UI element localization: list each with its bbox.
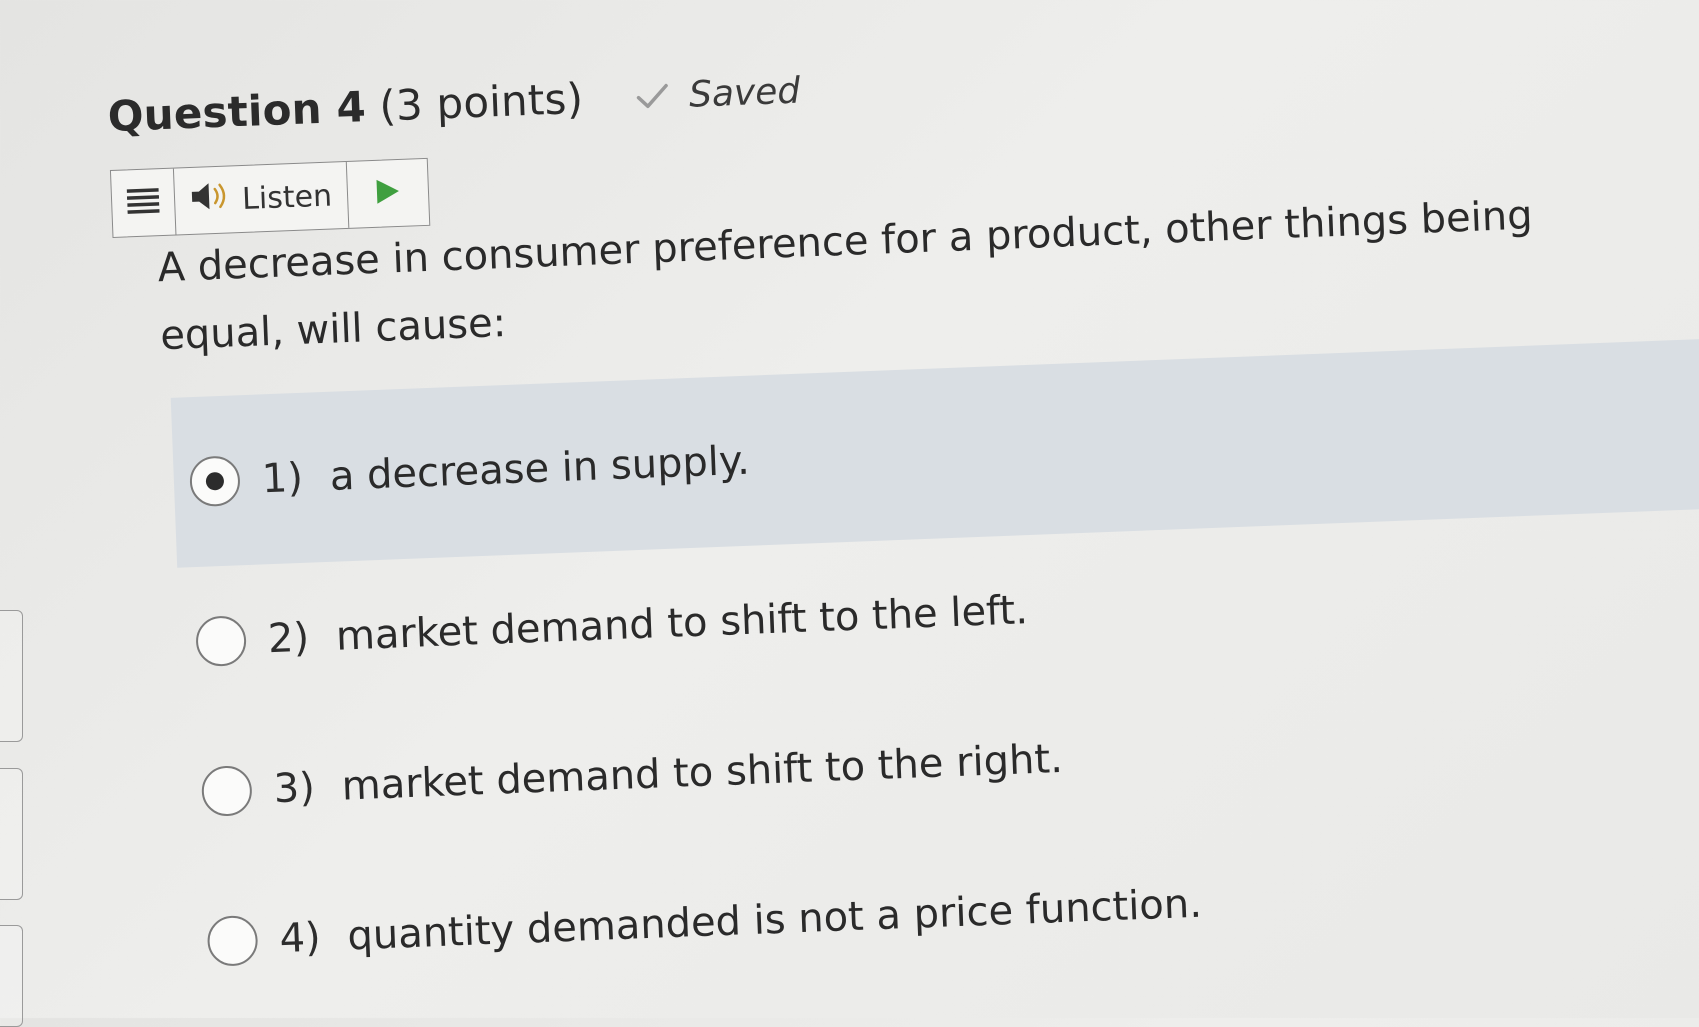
speaker-icon <box>189 180 230 220</box>
radio-button[interactable] <box>195 615 248 668</box>
answer-options: 1) a decrease in supply. 2) market deman… <box>170 335 1699 1018</box>
option-label: market demand to shift to the left. <box>335 587 1029 660</box>
play-icon <box>374 177 401 210</box>
radio-dot <box>205 471 225 491</box>
question-title: Question 4 (3 points) <box>107 74 584 141</box>
question-panel: Question 4 (3 points) Saved Listen A dec… <box>0 0 1699 1022</box>
left-edge-tab <box>0 768 23 900</box>
radio-button-selected[interactable] <box>189 455 241 508</box>
listen-menu-button[interactable] <box>110 168 177 237</box>
saved-label: Saved <box>688 69 801 116</box>
option-number: 4) <box>278 914 322 963</box>
option-number: 2) <box>267 614 310 663</box>
menu-icon <box>126 186 160 219</box>
option-label: quantity demanded is not a price functio… <box>346 880 1203 960</box>
radio-button[interactable] <box>206 914 259 967</box>
option-label: a decrease in supply. <box>328 437 751 500</box>
checkmark-icon <box>635 82 670 111</box>
radio-button[interactable] <box>200 765 253 817</box>
option-label: market demand to shift to the right. <box>340 735 1064 810</box>
question-points: (3 points) <box>378 73 585 131</box>
option-number: 3) <box>272 764 316 813</box>
option-number: 1) <box>261 454 304 503</box>
question-number: Question 4 <box>106 82 367 142</box>
listen-label: Listen <box>241 178 333 217</box>
left-edge-tab <box>0 925 23 1027</box>
listen-button[interactable]: Listen <box>173 161 350 235</box>
question-header: Question 4 (3 points) Saved <box>107 66 801 141</box>
play-button[interactable] <box>347 159 429 228</box>
page: Question 4 (3 points) Saved Listen A dec… <box>0 0 1699 1027</box>
saved-status: Saved <box>634 70 801 117</box>
